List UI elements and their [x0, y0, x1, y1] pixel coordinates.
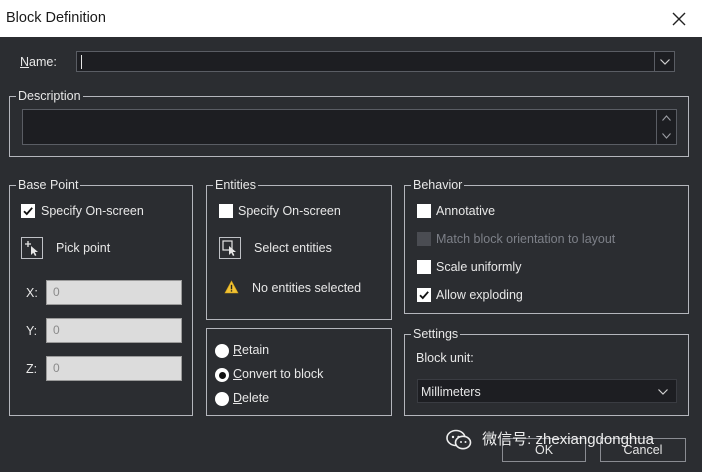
- scroll-down-icon[interactable]: [662, 133, 671, 139]
- retain-radio[interactable]: [215, 344, 229, 358]
- base-point-legend: Base Point: [16, 178, 81, 192]
- allow-exploding-checkbox[interactable]: [417, 288, 431, 302]
- settings-legend: Settings: [411, 327, 461, 341]
- y-input[interactable]: 0: [46, 318, 182, 343]
- entities-specify-checkbox[interactable]: [219, 204, 233, 218]
- description-scrollbar[interactable]: [656, 110, 676, 144]
- chevron-down-icon: [658, 389, 668, 395]
- convert-label: Convert to block: [233, 367, 324, 381]
- radio-selected-dot: [218, 371, 226, 379]
- description-group: Description: [9, 89, 689, 157]
- behavior-group: Behavior Annotative Match block orientat…: [404, 178, 689, 314]
- behavior-legend: Behavior: [411, 178, 465, 192]
- scroll-up-icon[interactable]: [662, 115, 671, 121]
- select-entities-icon: [222, 240, 236, 256]
- description-legend: Description: [16, 89, 83, 103]
- x-label: X:: [26, 286, 38, 300]
- retain-group: Retain Convert to block Delete: [206, 328, 392, 416]
- z-input[interactable]: 0: [46, 356, 182, 381]
- watermark: 微信号: zhexiangdonghua: [446, 428, 654, 451]
- description-field[interactable]: [22, 109, 677, 145]
- text-cursor: [81, 55, 82, 69]
- scale-uniformly-label: Scale uniformly: [436, 260, 522, 274]
- name-dropdown-button[interactable]: [654, 52, 674, 71]
- entities-specify-label: Specify On-screen: [238, 204, 341, 218]
- match-orientation-label: Match block orientation to layout: [436, 232, 616, 246]
- chevron-down-icon: [659, 58, 670, 65]
- pick-point-label[interactable]: Pick point: [56, 241, 110, 255]
- retain-label: Retain: [233, 343, 270, 357]
- entities-status: No entities selected: [252, 281, 362, 295]
- allow-exploding-label: Allow exploding: [436, 288, 523, 302]
- base-point-group: Base Point Specify On-screen Pick point …: [9, 178, 193, 416]
- settings-group: Settings Block unit: Millimeters: [404, 327, 689, 416]
- base-specify-label: Specify On-screen: [41, 204, 144, 218]
- name-label: Name:: [20, 55, 57, 69]
- checkmark-icon: [23, 207, 33, 216]
- close-icon: [672, 12, 686, 25]
- wechat-icon: [446, 429, 472, 450]
- checkmark-icon: [419, 291, 429, 300]
- window-title: Block Definition: [6, 10, 106, 26]
- block-unit-select[interactable]: Millimeters: [417, 379, 677, 403]
- pick-point-button[interactable]: [21, 237, 43, 259]
- warning-icon: [224, 280, 239, 294]
- watermark-text: 微信号: zhexiangdonghua: [482, 431, 654, 448]
- annotative-checkbox[interactable]: [417, 204, 431, 218]
- dialog-body: Name: Description Base Point Specify On-…: [0, 37, 702, 472]
- select-entities-button[interactable]: [219, 237, 241, 259]
- scale-uniformly-checkbox[interactable]: [417, 260, 431, 274]
- annotative-label: Annotative: [436, 204, 496, 218]
- select-entities-label[interactable]: Select entities: [254, 241, 332, 255]
- close-button[interactable]: [656, 0, 702, 37]
- entities-legend: Entities: [213, 178, 258, 192]
- pick-point-icon: [25, 241, 38, 256]
- delete-radio[interactable]: [215, 392, 229, 406]
- x-input[interactable]: 0: [46, 280, 182, 305]
- name-combo[interactable]: [76, 51, 675, 72]
- title-bar: Block Definition: [0, 0, 702, 37]
- match-orientation-checkbox[interactable]: [417, 232, 431, 246]
- delete-label: Delete: [233, 391, 270, 405]
- z-label: Z:: [26, 362, 38, 376]
- block-unit-value: Millimeters: [421, 385, 481, 399]
- entities-group: Entities Specify On-screen Select entiti…: [206, 178, 392, 320]
- y-label: Y:: [26, 324, 38, 338]
- convert-radio[interactable]: [215, 368, 229, 382]
- block-unit-label: Block unit:: [416, 351, 474, 365]
- base-specify-checkbox[interactable]: [21, 204, 35, 218]
